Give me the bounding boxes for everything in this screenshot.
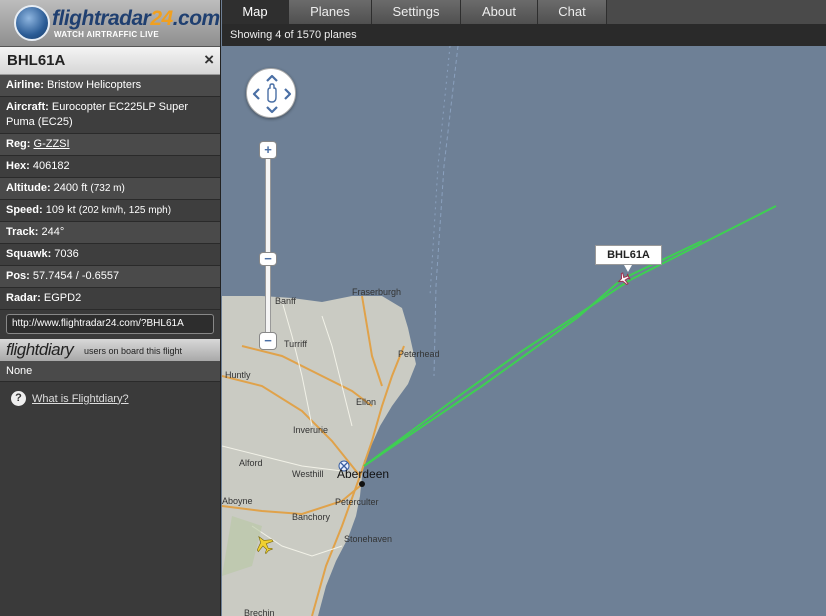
tab-settings[interactable]: Settings	[372, 0, 461, 24]
town-label: Westhill	[292, 469, 324, 479]
flight-detail-row: Speed: 109 kt (202 km/h, 125 mph)	[0, 200, 220, 222]
flight-detail-row: Airline: Bristow Helicopters	[0, 75, 220, 97]
detail-key: Aircraft:	[6, 101, 49, 113]
zoom-in-button[interactable]: +	[259, 141, 277, 159]
town-label: Huntly	[225, 370, 251, 380]
detail-key: Altitude:	[6, 182, 51, 194]
planes-count-status: Showing 4 of 1570 planes	[222, 24, 826, 46]
flight-detail-row: Radar: EGPD2	[0, 288, 220, 310]
zoom-slider-handle[interactable]: −	[259, 252, 277, 266]
registration-link[interactable]: G-ZZSI	[34, 138, 70, 150]
detail-key: Speed:	[6, 204, 43, 216]
town-label: Aboyne	[222, 496, 253, 506]
flight-detail-row: Aircraft: Eurocopter EC225LP Super Puma …	[0, 97, 220, 134]
flightdiary-bar: flightdiary users on board this flight	[0, 339, 220, 361]
detail-subvalue: (202 km/h, 125 mph)	[78, 205, 172, 216]
town-label: Turriff	[284, 339, 308, 349]
detail-value: 406182	[32, 160, 70, 172]
town-label: Fraserburgh	[352, 287, 402, 297]
detail-value: 7036	[54, 248, 79, 260]
flightdiary-help: ? What is Flightdiary?	[11, 391, 220, 406]
flightdiary-users-value: None	[0, 361, 220, 382]
detail-subvalue: (732 m)	[90, 183, 125, 194]
radar-globe-icon	[14, 5, 50, 41]
pan-arrows-icon	[252, 74, 292, 114]
flight-details: Airline: Bristow Helicopters Aircraft: Eu…	[0, 75, 220, 310]
what-is-flightdiary-link[interactable]: What is Flightdiary?	[32, 393, 129, 405]
flight-detail-row: Reg: G-ZZSI	[0, 134, 220, 156]
zoom-control[interactable]: + − −	[259, 138, 277, 352]
flightdiary-logo: flightdiary	[6, 340, 74, 359]
town-label: Alford	[239, 458, 263, 468]
detail-value: Bristow Helicopters	[46, 79, 142, 91]
town-label: Aberdeen	[337, 467, 390, 481]
flight-detail-row: Pos: 57.7454 / -0.6557	[0, 266, 220, 288]
flight-callsign: BHL61A	[7, 52, 66, 69]
flight-url-field[interactable]: http://www.flightradar24.com/?BHL61A	[6, 314, 214, 334]
zoom-track[interactable]	[265, 148, 271, 343]
town-label: Peterculter	[335, 497, 379, 507]
flight-info-sidebar: flightradar24.com WATCH AIRTRAFFIC LIVE …	[0, 0, 221, 616]
brand-tagline: WATCH AIRTRAFFIC LIVE	[54, 30, 159, 39]
detail-value: 109 kt	[45, 204, 76, 216]
map-graphics	[222, 46, 826, 616]
tab-planes[interactable]: Planes	[289, 0, 372, 24]
detail-key: Hex:	[6, 160, 30, 172]
detail-key: Reg:	[6, 138, 31, 150]
tab-chat[interactable]: Chat	[538, 0, 607, 24]
brand-text: flightradar24.com	[52, 7, 220, 30]
detail-value: 57.7454 / -0.6557	[32, 270, 120, 282]
flight-header: BHL61A ×	[0, 47, 220, 75]
town-label: Banff	[275, 296, 296, 306]
detail-value: 2400 ft	[53, 182, 88, 194]
flight-detail-row: Hex: 406182	[0, 156, 220, 178]
detail-value: 244°	[41, 226, 65, 238]
flight-detail-row: Track: 244°	[0, 222, 220, 244]
flightdiary-tagline: users on board this flight	[84, 346, 183, 356]
plane-callout-label[interactable]: BHL61A	[595, 245, 662, 265]
aberdeen-marker	[359, 481, 365, 487]
town-label: Inverurie	[293, 425, 329, 435]
detail-key: Radar:	[6, 292, 41, 304]
tab-about[interactable]: About	[461, 0, 538, 24]
help-icon: ?	[11, 391, 26, 406]
flightradar24-logo[interactable]: flightradar24.com WATCH AIRTRAFFIC LIVE	[0, 0, 220, 47]
app-root: flightradar24.com WATCH AIRTRAFFIC LIVE …	[0, 0, 826, 616]
detail-value: EGPD2	[43, 292, 82, 304]
pan-control[interactable]	[246, 68, 296, 118]
close-icon[interactable]: ×	[204, 50, 214, 70]
detail-key: Track:	[6, 226, 39, 238]
town-label: Ellon	[356, 397, 377, 407]
zoom-out-button[interactable]: −	[259, 332, 277, 350]
town-label: Stonehaven	[344, 534, 393, 544]
town-label: Brechin	[244, 608, 275, 616]
detail-key: Squawk:	[6, 248, 52, 260]
detail-key: Airline:	[6, 79, 44, 91]
flight-detail-row: Altitude: 2400 ft (732 m)	[0, 178, 220, 200]
tab-map[interactable]: Map	[222, 0, 289, 24]
map-canvas[interactable]: Fraserburgh Banff Turriff Peterhead Huntly El…	[222, 46, 826, 616]
town-label: Peterhead	[398, 349, 440, 359]
top-nav: Map Planes Settings About Chat	[222, 0, 826, 24]
detail-key: Pos:	[6, 270, 30, 282]
flight-detail-row: Squawk: 7036	[0, 244, 220, 266]
town-label: Banchory	[292, 512, 331, 522]
